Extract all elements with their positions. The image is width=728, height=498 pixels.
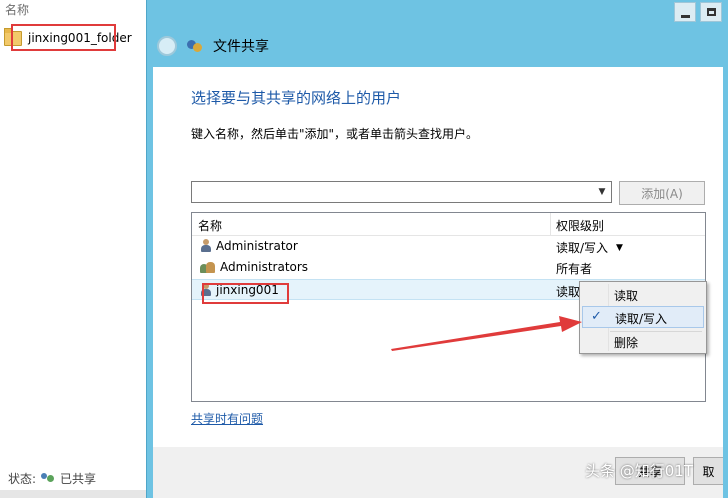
explorer-pane: 名称 jinxing001_folder 状态: 已共享	[0, 0, 146, 498]
row-permission-cell[interactable]: 读取/写入 ▼	[556, 239, 623, 256]
instruction-text: 键入名称，然后单击"添加"，或者单击箭头查找用户。	[191, 127, 479, 141]
menu-item-label: 读取/写入	[615, 312, 668, 326]
menu-item-read[interactable]: 读取	[582, 284, 704, 306]
menu-item-remove[interactable]: 删除	[582, 331, 704, 353]
add-button[interactable]: 添加(A)	[619, 181, 705, 205]
status-bar: 状态: 已共享	[8, 470, 96, 487]
back-button[interactable]	[157, 36, 177, 56]
row-permission-cell[interactable]: 所有者	[556, 260, 592, 277]
annotation-box-folder	[11, 24, 116, 51]
file-sharing-dialog: 文件共享 选择要与其共享的网络上的用户 键入名称，然后单击"添加"，或者单击箭头…	[146, 0, 728, 498]
cancel-button[interactable]: 取	[693, 457, 723, 485]
permission-context-menu: 读取 ✓ 读取/写入 删除	[579, 281, 707, 354]
user-icon	[200, 239, 212, 253]
minimize-button[interactable]	[674, 2, 696, 22]
chevron-down-icon[interactable]: ▼	[596, 185, 608, 199]
maximize-button[interactable]	[700, 2, 722, 22]
row-name: Administrators	[220, 260, 309, 274]
window-controls	[674, 2, 722, 22]
menu-item-label: 读取	[614, 289, 639, 303]
menu-item-read-write[interactable]: ✓ 读取/写入	[582, 306, 704, 328]
list-header: 名称 权限级别	[192, 213, 705, 236]
annotation-box-user	[202, 283, 289, 304]
status-label: 状态:	[8, 472, 37, 486]
row-permission: 读取/写入	[556, 241, 609, 255]
table-row[interactable]: Administrators 所有者	[192, 257, 705, 278]
minimize-icon	[680, 14, 690, 18]
name-column-header[interactable]: 名称	[5, 1, 29, 18]
dialog-title-area: 文件共享	[157, 34, 269, 58]
dialog-heading: 选择要与其共享的网络上的用户	[191, 89, 402, 107]
row-permission: 读取	[556, 285, 581, 299]
user-name-combobox[interactable]: ▼	[191, 181, 612, 203]
row-name-cell: Administrators	[200, 260, 308, 274]
check-icon: ✓	[591, 309, 602, 324]
sharing-users-icon	[187, 38, 203, 54]
scrollbar-strip	[0, 490, 146, 498]
shared-users-icon	[40, 472, 56, 486]
group-icon	[200, 260, 216, 274]
dialog-title: 文件共享	[213, 39, 269, 55]
row-name-cell: Administrator	[200, 239, 298, 253]
column-header-permission[interactable]: 权限级别	[556, 217, 604, 234]
row-permission: 所有者	[556, 262, 593, 276]
watermark: 头条 @知行01T	[585, 462, 694, 480]
menu-item-label: 删除	[614, 336, 639, 350]
maximize-icon	[706, 8, 716, 16]
row-name: Administrator	[216, 239, 298, 253]
row-permission-cell[interactable]: 读取	[556, 283, 580, 300]
column-divider[interactable]	[550, 213, 551, 235]
dialog-content: 选择要与其共享的网络上的用户 键入名称，然后单击"添加"，或者单击箭头查找用户。…	[153, 67, 723, 447]
sharing-problem-link[interactable]: 共享时有问题	[191, 410, 263, 427]
permission-dropdown-icon[interactable]: ▼	[616, 243, 623, 253]
table-row[interactable]: Administrator 读取/写入 ▼	[192, 236, 705, 257]
column-header-name[interactable]: 名称	[198, 217, 222, 234]
status-value: 已共享	[60, 472, 97, 486]
